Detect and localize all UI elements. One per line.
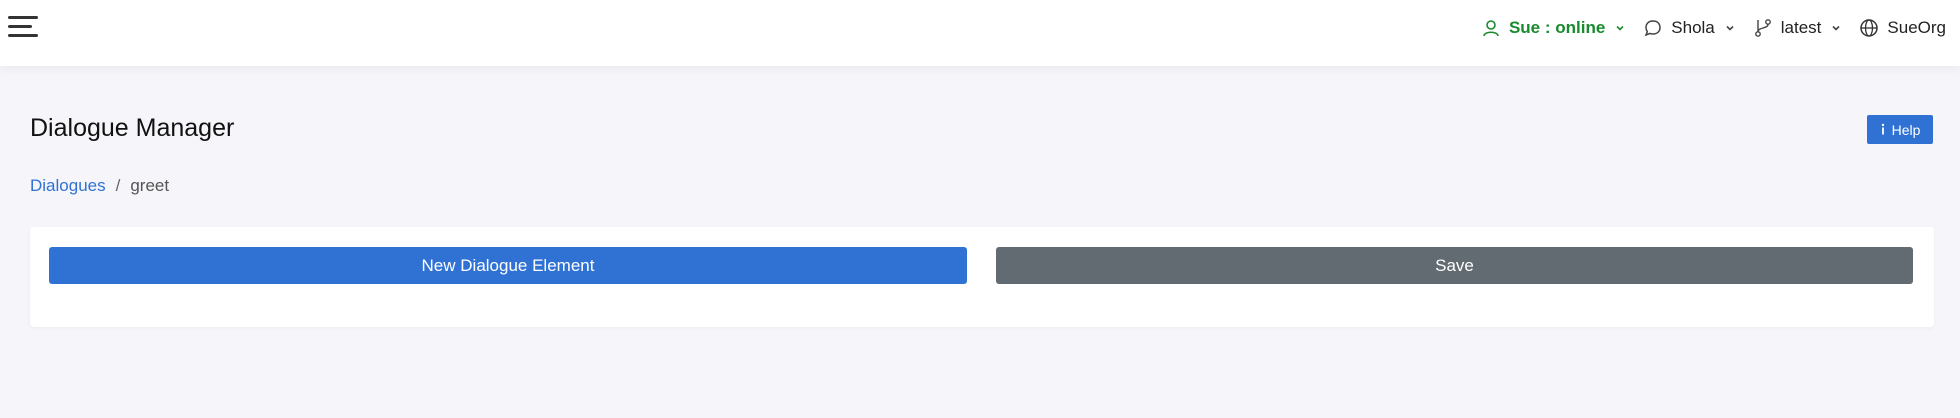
globe-icon (1860, 19, 1879, 37)
chevron-down-icon (1832, 25, 1840, 31)
hamburger-menu-icon[interactable] (8, 16, 38, 40)
actions-card: New Dialogue Element Save (30, 227, 1934, 327)
chat-bubble-icon (1644, 20, 1662, 37)
page-title: Dialogue Manager (30, 114, 235, 142)
chevron-down-icon (1726, 25, 1734, 31)
help-button[interactable]: Help (1867, 115, 1933, 144)
branch-dropdown[interactable]: latest (1753, 18, 1842, 38)
user-icon (1483, 20, 1499, 37)
info-icon (1881, 123, 1884, 135)
chevron-down-icon (1616, 25, 1624, 31)
save-button[interactable]: Save (996, 247, 1913, 284)
org-selector[interactable]: SueOrg (1859, 18, 1946, 38)
branch-label: latest (1780, 18, 1822, 37)
user-status-dropdown[interactable]: Sue : online (1481, 18, 1625, 38)
org-label: SueOrg (1887, 18, 1946, 37)
new-dialogue-element-button[interactable]: New Dialogue Element (49, 247, 967, 284)
breadcrumb: Dialogues / greet (30, 176, 169, 196)
help-label: Help (1891, 121, 1921, 138)
top-nav: Sue : online Shola latest SueOrg (1463, 0, 1946, 56)
assistant-label: Shola (1671, 18, 1715, 37)
git-branch-icon (1754, 19, 1771, 37)
user-status-label: Sue : online (1508, 18, 1606, 37)
breadcrumb-dialogues-link[interactable]: Dialogues (30, 176, 106, 196)
assistant-dropdown[interactable]: Shola (1643, 18, 1734, 38)
breadcrumb-current: greet (130, 176, 170, 195)
top-bar: Sue : online Shola latest SueOrg (0, 0, 1960, 66)
breadcrumb-separator: / (115, 176, 121, 195)
